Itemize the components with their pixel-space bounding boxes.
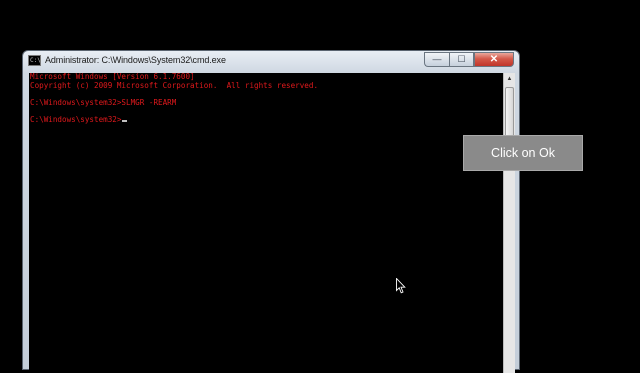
minimize-button[interactable]: — — [424, 52, 449, 67]
title-bar[interactable]: C:\ Administrator: C:\Windows\System32\c… — [23, 51, 519, 71]
instruction-text: Click on Ok — [491, 145, 555, 160]
maximize-button[interactable]: ☐ — [449, 52, 474, 67]
instruction-callout: Click on Ok — [463, 135, 583, 171]
window-title: Administrator: C:\Windows\System32\cmd.e… — [45, 55, 226, 65]
console-prompt: C:\Windows\system32> — [30, 114, 122, 124]
console-prompt-line: C:\Windows\system32> — [30, 114, 503, 125]
console-output[interactable]: Microsoft Windows [Version 6.1.7600] Cop… — [29, 73, 503, 373]
maximize-icon: ☐ — [457, 54, 466, 64]
close-icon: ✕ — [489, 53, 499, 65]
mouse-pointer-icon — [396, 278, 406, 294]
vertical-scrollbar[interactable]: ▲ — [503, 73, 515, 373]
scroll-thumb[interactable] — [505, 87, 514, 137]
console-line: Copyright (c) 2009 Microsoft Corporation… — [30, 80, 319, 90]
cmd-window[interactable]: C:\ Administrator: C:\Windows\System32\c… — [22, 50, 520, 373]
minimize-icon: — — [432, 54, 442, 64]
text-cursor — [122, 119, 128, 122]
scroll-up-arrow-icon[interactable]: ▲ — [504, 73, 515, 85]
caption-buttons: — ☐ ✕ — [424, 52, 514, 67]
desktop: C:\ Administrator: C:\Windows\System32\c… — [0, 0, 640, 373]
console-line: C:\Windows\system32>SLMGR -REARM — [30, 97, 177, 107]
cmd-icon: C:\ — [28, 55, 41, 66]
close-button[interactable]: ✕ — [474, 52, 514, 67]
